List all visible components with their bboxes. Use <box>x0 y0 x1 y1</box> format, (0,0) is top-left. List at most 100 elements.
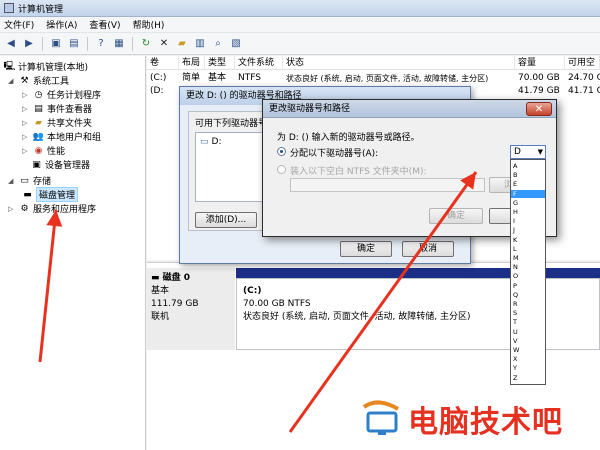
toolbar: ◀ ▶ ▣ ▤ ? ▦ ↻ ✕ ▰ ▥ ⌕ ▧ <box>0 33 600 55</box>
tree-root[interactable]: 🖳 计算机管理(本地) <box>3 60 89 74</box>
column-status[interactable]: 状态 <box>283 56 515 70</box>
drive-letter-option[interactable]: P <box>511 282 545 290</box>
tree-item-shared-folders[interactable]: ▷ ▰ 共享文件夹 <box>22 116 93 130</box>
drive-letter-option[interactable]: R <box>511 300 545 308</box>
row2-volume[interactable]: (D: <box>147 85 179 98</box>
expand-arrow-icon[interactable]: ◢ <box>8 177 16 185</box>
row1-volume[interactable]: (C:) <box>147 72 179 85</box>
delete-icon[interactable]: ✕ <box>156 36 172 52</box>
menu-action[interactable]: 操作(A) <box>46 18 77 31</box>
folder-path-input[interactable] <box>290 178 485 192</box>
computer-management-icon <box>4 3 14 13</box>
drive-letter-option[interactable]: H <box>511 208 545 216</box>
open-folder-icon[interactable]: ▰ <box>174 36 190 52</box>
dialog-title[interactable]: 更改驱动器号和路径 <box>263 100 556 118</box>
window-title-bar[interactable]: 计算机管理 <box>0 0 600 17</box>
drive-letter-option[interactable]: W <box>511 346 545 354</box>
collapsed-arrow-icon[interactable]: ▷ <box>22 133 30 141</box>
up-folder-icon[interactable]: ▣ <box>48 36 64 52</box>
performance-icon: ◉ <box>34 145 43 156</box>
collapsed-arrow-icon[interactable]: ▷ <box>8 205 16 213</box>
properties-icon[interactable]: ▦ <box>111 36 127 52</box>
forward-arrow-icon[interactable]: ▶ <box>21 36 37 52</box>
mount-folder-radio[interactable] <box>277 165 286 174</box>
drive-letter-option[interactable]: B <box>511 171 545 179</box>
expand-arrow-icon[interactable]: ◢ <box>8 77 16 85</box>
column-volume[interactable]: 卷 <box>147 56 179 70</box>
drive-letter-option[interactable]: J <box>511 226 545 234</box>
disk-type: 基本 <box>151 286 170 296</box>
drive-letter-option[interactable]: A <box>511 162 545 170</box>
drive-letter-option[interactable]: U <box>511 328 545 336</box>
tree-storage[interactable]: ◢ ▭ 存储 <box>8 174 51 188</box>
drive-letter-option[interactable]: Z <box>511 374 545 382</box>
drive-letter-option[interactable]: M <box>511 254 545 262</box>
tree-item-device-manager[interactable]: ▣ 设备管理器 <box>31 158 90 172</box>
add-button[interactable]: 添加(D)... <box>195 212 257 228</box>
cancel-button[interactable]: 取消 <box>402 241 454 257</box>
tree-services[interactable]: ▷ ⚙ 服务和应用程序 <box>8 202 96 216</box>
drive-letter-option[interactable]: Q <box>511 291 545 299</box>
refresh-icon[interactable]: ↻ <box>138 36 154 52</box>
drive-letter-option[interactable]: E <box>511 180 545 188</box>
window-title: 计算机管理 <box>18 4 64 15</box>
column-filesystem[interactable]: 文件系统 <box>235 56 283 70</box>
tree-item-performance[interactable]: ▷ ◉ 性能 <box>22 144 65 158</box>
drive-path-item[interactable]: ▭ D: <box>200 137 221 147</box>
show-tree-icon[interactable]: ▤ <box>66 36 82 52</box>
tree-item-local-users[interactable]: ▷ 👥 本地用户和组 <box>22 130 101 144</box>
row1-free: 24.70 G <box>568 73 600 83</box>
drive-letter-select[interactable]: D ▼ <box>510 145 546 159</box>
tools-icon: ⚒ <box>20 75 29 86</box>
tree-system-tools[interactable]: ◢ ⚒ 系统工具 <box>8 74 69 88</box>
drive-letter-option[interactable]: T <box>511 318 545 326</box>
tree-item-event-viewer[interactable]: ▷ ▤ 事件查看器 <box>22 102 92 116</box>
ok-button[interactable]: 确定 <box>340 241 392 257</box>
column-free-space[interactable]: 可用空 <box>565 56 600 70</box>
collapsed-arrow-icon[interactable]: ▷ <box>22 147 30 155</box>
drive-letter-option[interactable]: Y <box>511 364 545 372</box>
drive-letter-option[interactable]: I <box>511 217 545 225</box>
menu-file[interactable]: 文件(F) <box>4 18 34 31</box>
view-icon[interactable]: ▧ <box>228 36 244 52</box>
ok-button[interactable]: 确定 <box>429 208 483 224</box>
menu-view[interactable]: 查看(V) <box>89 18 120 31</box>
drive-letter-option[interactable]: V <box>511 337 545 345</box>
computer-icon: 🖳 <box>3 61 16 72</box>
drive-letter-option[interactable]: L <box>511 245 545 253</box>
column-capacity[interactable]: 容量 <box>515 56 565 70</box>
drive-letter-option[interactable]: S <box>511 309 545 317</box>
watermark-monitor-icon <box>362 400 400 435</box>
search-icon[interactable]: ⌕ <box>210 36 226 52</box>
column-layout[interactable]: 布局 <box>179 56 205 70</box>
toolbar-separator <box>87 36 88 51</box>
save-icon[interactable]: ▥ <box>192 36 208 52</box>
collapsed-arrow-icon[interactable]: ▷ <box>22 91 30 99</box>
collapsed-arrow-icon[interactable]: ▷ <box>22 105 30 113</box>
row2-capacity: 41.79 GB <box>518 86 560 96</box>
tree-item-label: 共享文件夹 <box>47 119 93 129</box>
tree-root-label: 计算机管理(本地) <box>18 63 89 73</box>
drive-letter-option[interactable]: N <box>511 263 545 271</box>
toolbar-separator <box>42 36 43 51</box>
tree-item-task-scheduler[interactable]: ▷ ◷ 任务计划程序 <box>22 88 101 102</box>
close-icon[interactable]: ✕ <box>526 102 552 116</box>
drive-letter-option[interactable]: X <box>511 355 545 363</box>
disk-0-info[interactable]: ▬ 磁盘 0 基本 111.79 GB 联机 <box>147 268 235 350</box>
chevron-down-icon: ▼ <box>537 148 543 156</box>
tree-item-disk-management[interactable]: ▬ 磁盘管理 <box>22 187 79 202</box>
collapsed-arrow-icon[interactable]: ▷ <box>22 119 30 127</box>
event-log-icon: ▤ <box>34 103 43 114</box>
drive-letter-option[interactable]: K <box>511 236 545 244</box>
drive-letter-option[interactable]: F <box>511 189 545 198</box>
drive-letter-dropdown[interactable]: ABEFGHIJKLMNOPQRSTUVWXYZ <box>510 159 546 385</box>
drive-letter-option[interactable]: O <box>511 272 545 280</box>
drive-letter-option[interactable]: G <box>511 199 545 207</box>
help-icon[interactable]: ? <box>93 36 109 52</box>
menu-help[interactable]: 帮助(H) <box>133 18 165 31</box>
back-arrow-icon[interactable]: ◀ <box>3 36 19 52</box>
assign-letter-radio[interactable] <box>277 147 286 156</box>
drive-letter-value: D <box>514 147 521 157</box>
navigation-tree: 🖳 计算机管理(本地) ◢ ⚒ 系统工具 ▷ ◷ 任务计划程序 ▷ ▤ 事件查看… <box>0 56 146 450</box>
column-type[interactable]: 类型 <box>205 56 235 70</box>
